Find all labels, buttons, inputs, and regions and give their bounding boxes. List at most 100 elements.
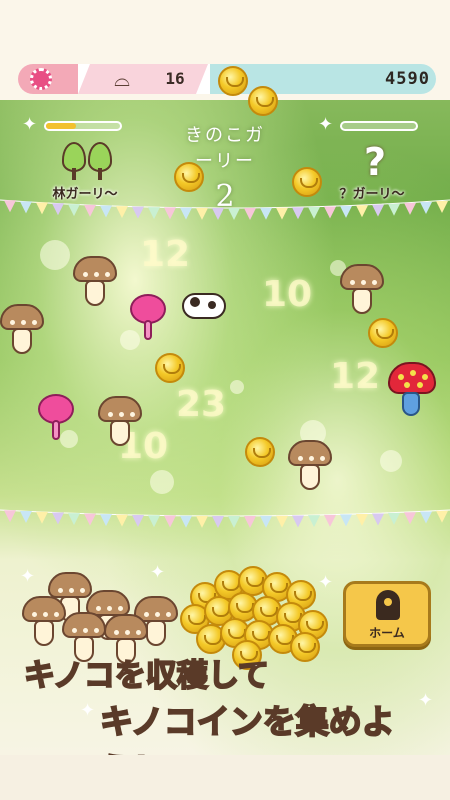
house-icon [376,590,400,620]
bunting-flag [100,514,112,527]
bunting-flag [260,207,272,220]
bunting-flag [68,204,80,217]
bunting-flag [404,512,416,525]
bunting-flag [356,513,368,526]
caption-highlight: キノコイン [99,701,264,742]
bunting-flag [212,207,224,220]
brown-mushroom[interactable] [288,440,332,490]
mushroom-cap [288,440,332,466]
mushroom-stem [85,280,105,306]
bunting-flag [244,207,256,220]
home-button-label: ホーム [369,626,405,640]
bunting-flag [84,204,96,217]
bunting-flag [116,514,128,527]
bunting-flag [180,207,192,220]
coin-icon[interactable] [368,318,398,348]
pink-mushroom[interactable] [128,294,168,340]
game-stage[interactable]: ⌓ 16 4590 ✦ 林ガーリ～ きのこガーリー 2 ✦ ? ？ガーリ～ 12… [0,0,450,800]
coin-icon[interactable] [155,353,185,383]
bunting-flag [20,511,32,524]
mushroom-stem [144,320,152,340]
sparkle-icon: ✦ [22,114,38,135]
mushroom-cap [340,264,384,290]
tree-trunk [98,168,102,180]
tree-icon[interactable] [62,142,86,180]
bunting-flag [340,514,352,527]
mushroom-cap [22,596,66,622]
coin-icon[interactable] [292,167,322,197]
sparkle-icon: ✦ [318,114,334,135]
bunting-flag [292,207,304,220]
bokeh-light [150,470,174,494]
bunting-flag [372,204,384,217]
game-logo: きのこガーリー 2 [185,115,265,214]
bunting-flag [68,513,80,526]
bunting-flag [164,207,176,220]
bokeh-light [40,240,70,270]
bunting-flag [244,515,256,528]
tree-trunk [72,168,76,180]
bunting-flag [132,206,144,219]
bunting-flag [404,202,416,215]
coin-icon[interactable] [174,162,204,192]
bunting-flag [196,207,208,220]
sparkle-icon: ✦ [20,566,36,587]
bunting-flag [36,511,48,524]
home-button[interactable]: ホーム [343,581,431,647]
bunting-flag [196,515,208,528]
brown-mushroom[interactable] [340,264,384,314]
mushroom-cap [0,304,44,330]
bunting-flag [308,515,320,528]
mushroom-cap [62,612,106,638]
brown-mushroom [22,596,66,646]
brown-mushroom[interactable] [0,304,44,354]
gear-icon[interactable] [30,68,52,90]
coin-icon [290,632,320,662]
bunting-flag [276,515,288,528]
bunting-flag [324,514,336,527]
bunting-flag [52,512,64,525]
mushroom-stem [146,620,166,646]
brown-mushroom[interactable] [98,396,142,446]
bunting-flag [340,205,352,218]
bunting-flag [36,202,48,215]
cow-body [182,293,226,319]
mushroom-cap [98,396,142,422]
cow-spot [208,301,216,309]
coin-icon[interactable] [248,86,278,116]
field-number: 12 [140,234,191,275]
mushroom-cap [388,362,436,394]
red-mushroom[interactable] [388,362,436,416]
cow-spot [190,297,200,307]
mushroom-stem [12,328,32,354]
mushroom-stem [110,420,130,446]
bunting-flag [4,200,16,213]
footer-band [0,755,450,800]
mushroom-cap [104,614,148,640]
coin-icon[interactable] [218,66,248,96]
coin-icon[interactable] [245,437,275,467]
bunting-flag [164,515,176,528]
sparkle-icon: ✦ [80,700,96,721]
mushroom-stem [402,392,420,416]
bunting-flag [436,510,448,523]
brown-mushroom[interactable] [73,256,117,306]
coin-total: 4590 [385,69,430,89]
mushroom-stem [52,420,60,440]
bunting-flag [292,515,304,528]
bunting-flag [324,206,336,219]
bunting-flag [132,514,144,527]
bunting-flag [356,205,368,218]
bunting-flag [308,206,320,219]
sparkle-icon: ✦ [318,572,334,593]
tree-icon[interactable] [88,142,112,180]
hanger-icon[interactable]: ⌓ [108,67,136,91]
pink-mushroom[interactable] [36,394,76,440]
cow-character[interactable] [182,287,228,323]
question-icon[interactable]: ? [355,140,395,184]
right-gallery-gauge [340,121,418,131]
sparkle-icon: ✦ [150,562,166,583]
field-number: 10 [262,274,313,315]
bunting-flag [148,515,160,528]
bunting-flag [436,200,448,213]
